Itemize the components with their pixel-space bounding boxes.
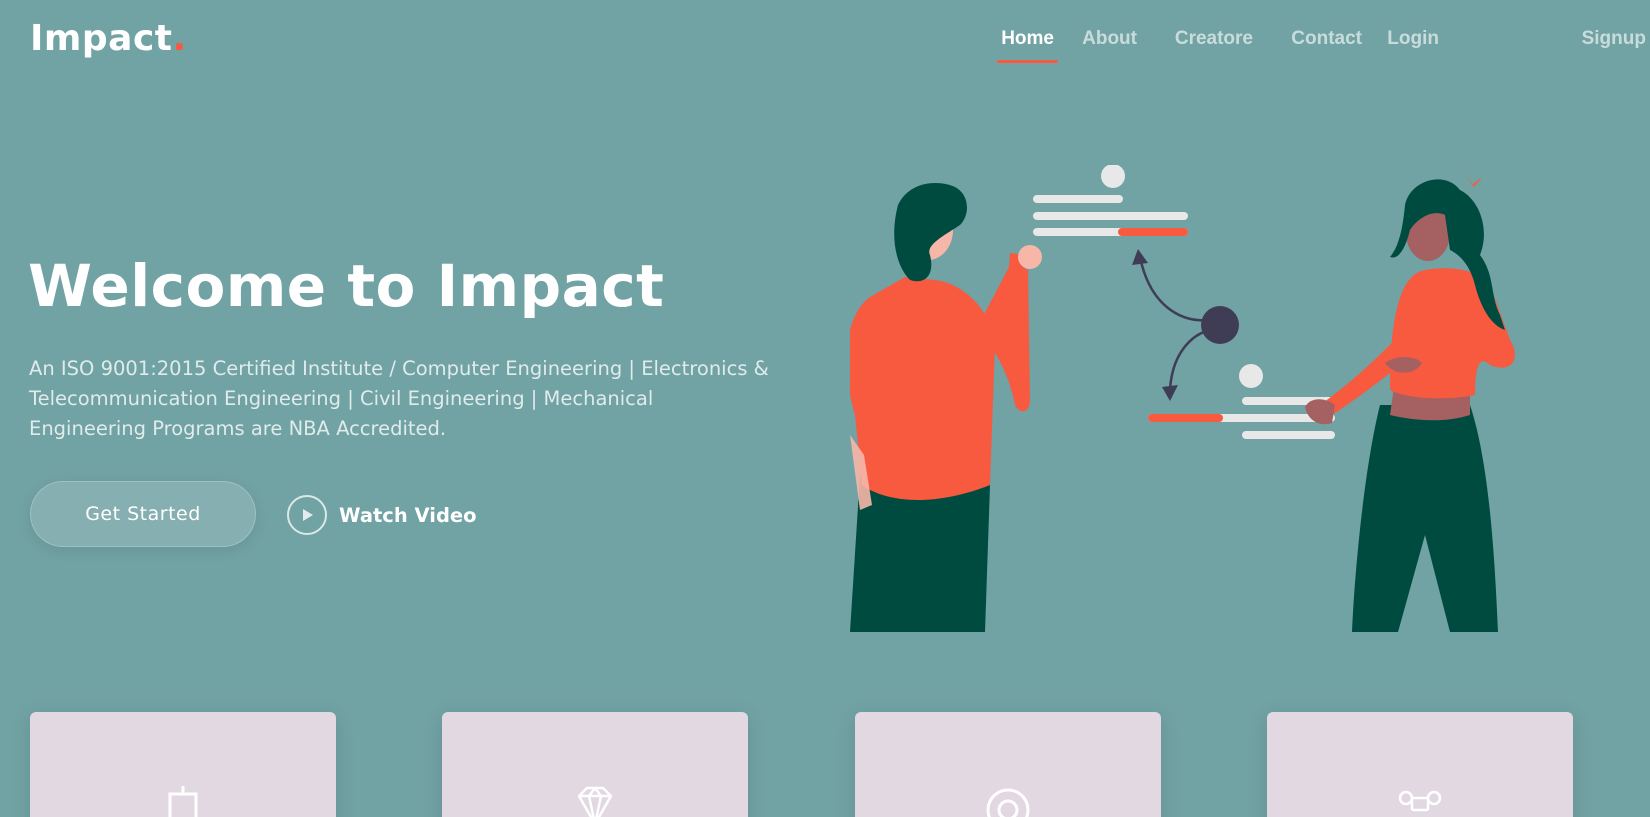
bottom-bars: [1148, 364, 1335, 439]
logo-text: Impact: [30, 18, 173, 59]
feature-card-3[interactable]: [855, 712, 1161, 817]
easel-icon: [168, 786, 198, 817]
nav-about[interactable]: About: [1082, 28, 1137, 50]
nav-home[interactable]: Home: [997, 28, 1058, 63]
hero-subtitle: An ISO 9001:2015 Certified Institute / C…: [29, 357, 769, 440]
logo-dot: .: [172, 18, 187, 59]
watch-video-label: Watch Video: [339, 503, 477, 527]
feature-card-4[interactable]: [1267, 712, 1573, 817]
nav-signup[interactable]: Signup: [1582, 28, 1646, 50]
command-icon: [1398, 790, 1442, 812]
exchange-arrows: [1138, 256, 1211, 391]
top-bars: [1033, 165, 1188, 236]
nav-creatore[interactable]: Creatore: [1175, 28, 1253, 50]
watch-video-button[interactable]: Watch Video: [287, 494, 477, 536]
logo[interactable]: Impact.: [30, 18, 187, 59]
feature-card-2[interactable]: [442, 712, 748, 817]
nav-login[interactable]: Login: [1387, 28, 1439, 50]
target-icon: [986, 788, 1030, 817]
get-started-button[interactable]: Get Started: [30, 481, 256, 547]
nav-contact[interactable]: Contact: [1291, 28, 1362, 50]
woman-figure: [1305, 173, 1515, 632]
man-figure: [850, 182, 1042, 632]
hero-title: Welcome to Impact: [28, 252, 665, 320]
feature-card-1[interactable]: [30, 712, 336, 817]
gem-icon: [577, 786, 613, 817]
team-collaboration-illustration: [850, 165, 1515, 632]
play-icon: [287, 495, 327, 535]
